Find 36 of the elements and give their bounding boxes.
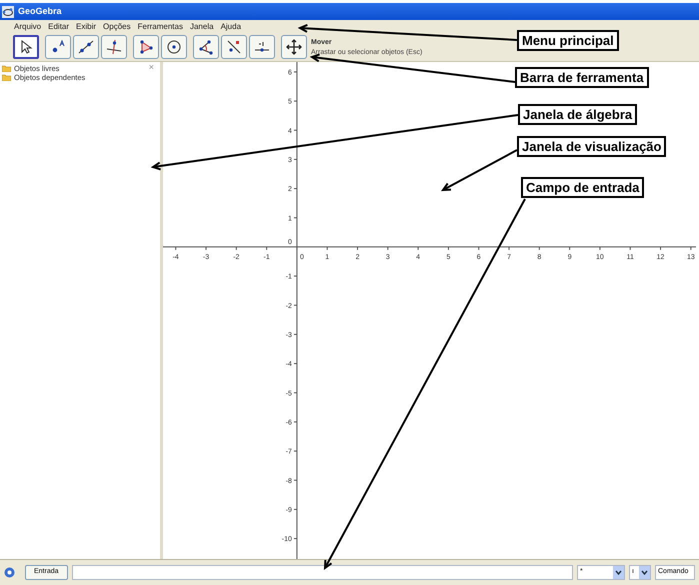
move-cross-icon: [286, 39, 302, 55]
tool-button[interactable]: [13, 35, 39, 59]
window-title: GeoGebra: [18, 4, 62, 18]
tool-button[interactable]: [133, 35, 159, 59]
tool-button[interactable]: [45, 35, 71, 59]
input-field[interactable]: [72, 565, 573, 580]
perpendicular-lines-icon: [106, 39, 122, 55]
reflect-point-icon: [226, 39, 242, 55]
tool-button[interactable]: [221, 35, 247, 59]
callout-label: Campo de entrada: [521, 177, 644, 198]
tool-button[interactable]: [101, 35, 127, 59]
help-icon[interactable]: [4, 567, 15, 578]
triangle-icon: [138, 39, 154, 55]
point-icon: [50, 39, 66, 55]
tool-button[interactable]: [281, 35, 307, 59]
circle-icon: [166, 39, 182, 55]
menu-item[interactable]: Opções: [103, 22, 131, 30]
menu-item[interactable]: Editar: [48, 22, 70, 30]
callout-label: Janela de álgebra: [518, 104, 638, 125]
tool-button[interactable]: [249, 35, 275, 59]
menu-item[interactable]: Ajuda: [220, 22, 242, 30]
chevron-down-icon: [641, 570, 648, 575]
tool-button[interactable]: [161, 35, 187, 59]
menu-item[interactable]: Ferramentas: [138, 22, 183, 30]
angle-icon: [198, 39, 214, 55]
tool-button[interactable]: [193, 35, 219, 59]
line-icon: [78, 39, 94, 55]
callout-label: Barra de ferramenta: [515, 67, 649, 88]
callout-label: Janela de visualização: [517, 136, 666, 157]
app-icon: [2, 6, 14, 18]
menu-item[interactable]: Arquivo: [14, 22, 42, 30]
callout-label: Menu principal: [517, 30, 619, 51]
menu-item[interactable]: Janela: [190, 22, 214, 30]
chevron-down-icon: [615, 570, 622, 575]
tool-button[interactable]: [73, 35, 99, 59]
menu-item[interactable]: Exibir: [76, 22, 96, 30]
